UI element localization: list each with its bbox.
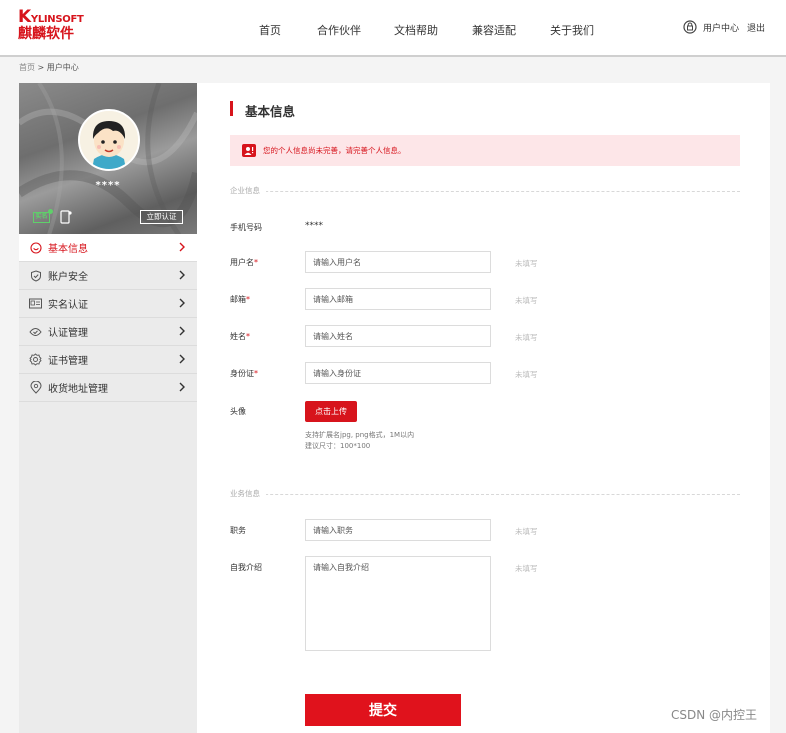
top-header: KYLINSOFT 麒麟软件 首页 合作伙伴 文档帮助 兼容适配 关于我们 用户… xyxy=(0,0,786,57)
incomplete-info-alert: 您的个人信息尚未完善，请完善个人信息。 xyxy=(230,135,740,166)
section-business-info: 业务信息 xyxy=(230,488,740,500)
user-area: 用户中心 退出 xyxy=(683,19,765,35)
main-panel: 基本信息 您的个人信息尚未完善，请完善个人信息。 企业信息 手机号码 **** … xyxy=(197,83,770,733)
email-label: 邮箱* xyxy=(230,295,250,304)
title-accent-bar xyxy=(230,101,233,116)
job-input[interactable] xyxy=(305,519,491,541)
user-lock-icon[interactable] xyxy=(683,20,697,34)
verify-now-button[interactable]: 立即认证 xyxy=(140,210,183,224)
name-hint: 未填写 xyxy=(515,333,538,342)
sidebar-item-certification-management[interactable]: 认证管理 xyxy=(19,318,197,346)
alert-text: 您的个人信息尚未完善，请完善个人信息。 xyxy=(263,146,406,155)
logout-link[interactable]: 退出 xyxy=(747,21,765,34)
sidebar-item-label: 认证管理 xyxy=(48,328,88,339)
nav-home[interactable]: 首页 xyxy=(259,22,281,38)
location-pin-icon xyxy=(29,381,42,394)
username-input[interactable] xyxy=(305,251,491,273)
shield-check-icon xyxy=(29,269,42,282)
email-hint: 未填写 xyxy=(515,296,538,305)
idcard-hint: 未填写 xyxy=(515,370,538,379)
submit-button[interactable]: 提交 xyxy=(305,694,461,726)
cartoon-boy-avatar-icon xyxy=(80,111,138,169)
phone-label: 手机号码 xyxy=(230,223,262,232)
phone-value: **** xyxy=(305,221,323,231)
idcard-input[interactable] xyxy=(305,362,491,384)
page-title: 基本信息 xyxy=(245,104,296,119)
sidebar-item-certificate-management[interactable]: 证书管理 xyxy=(19,346,197,374)
id-card-icon xyxy=(29,297,42,310)
id-verified-icon: 实名 xyxy=(33,208,53,223)
job-hint: 未填写 xyxy=(515,527,538,536)
email-input[interactable] xyxy=(305,288,491,310)
nav-partners[interactable]: 合作伙伴 xyxy=(317,22,361,38)
phone-bind-icon xyxy=(60,210,72,224)
username-hint: 未填写 xyxy=(515,259,538,268)
kylinsoft-logo[interactable]: KYLINSOFT 麒麟软件 xyxy=(18,7,84,46)
sidebar-item-account-security[interactable]: 账户安全 xyxy=(19,262,197,290)
verification-icons: 实名 xyxy=(33,208,72,224)
gear-icon xyxy=(29,353,42,366)
intro-label: 自我介绍 xyxy=(230,563,262,572)
avatar-label: 头像 xyxy=(230,407,246,416)
nav-about[interactable]: 关于我们 xyxy=(550,22,594,38)
chevron-right-icon xyxy=(179,326,185,336)
sidebar-item-realname-verification[interactable]: 实名认证 xyxy=(19,290,197,318)
logo-chinese-text: 麒麟软件 xyxy=(18,26,74,42)
sidebar-item-label: 收货地址管理 xyxy=(48,384,108,395)
certification-icon xyxy=(29,325,42,338)
sidebar-item-label: 实名认证 xyxy=(48,300,88,311)
profile-username: **** xyxy=(95,180,121,191)
user-alert-icon xyxy=(242,144,256,157)
chevron-right-icon xyxy=(179,354,185,364)
username-label: 用户名* xyxy=(230,258,258,267)
upload-avatar-button[interactable]: 点击上传 xyxy=(305,401,357,422)
logo-english-text: KYLINSOFT xyxy=(18,7,84,27)
name-input[interactable] xyxy=(305,325,491,347)
csdn-watermark: CSDN @内控王 xyxy=(671,708,758,722)
breadcrumb-current: 用户中心 xyxy=(46,63,79,72)
sidebar-item-basic-info[interactable]: 基本信息 xyxy=(19,234,197,262)
job-label: 职务 xyxy=(230,526,246,535)
breadcrumb-separator: > xyxy=(37,63,45,72)
breadcrumb: 首页 > 用户中心 xyxy=(19,62,79,73)
chevron-right-icon xyxy=(179,382,185,392)
intro-hint: 未填写 xyxy=(515,564,538,573)
smile-circle-icon xyxy=(29,241,42,254)
chevron-right-icon xyxy=(179,242,185,252)
intro-textarea[interactable] xyxy=(305,556,491,651)
user-center-link[interactable]: 用户中心 xyxy=(703,21,739,34)
upload-note: 支持扩展名jpg, png格式，1M以内 建议尺寸：100*100 xyxy=(305,431,415,450)
sidebar-item-label: 证书管理 xyxy=(48,356,88,367)
chevron-right-icon xyxy=(179,270,185,280)
nav-compatibility[interactable]: 兼容适配 xyxy=(472,22,516,38)
avatar[interactable] xyxy=(78,109,140,171)
sidebar-item-label: 账户安全 xyxy=(48,272,88,283)
section-company-info: 企业信息 xyxy=(230,185,740,197)
sidebar-item-label: 基本信息 xyxy=(48,244,88,255)
nav-docs[interactable]: 文档帮助 xyxy=(394,22,438,38)
sidebar-menu: 基本信息 账户安全 实名认证 认证管理 证书管理 收货地址管理 xyxy=(19,234,197,402)
profile-card: **** 实名 立即认证 xyxy=(19,83,197,235)
chevron-right-icon xyxy=(179,298,185,308)
breadcrumb-home[interactable]: 首页 xyxy=(19,63,35,72)
name-label: 姓名* xyxy=(230,332,250,341)
sidebar: **** 实名 立即认证 基本信息 账户安全 实名认证 认证管理 证书管理 收货… xyxy=(19,83,197,733)
idcard-label: 身份证* xyxy=(230,369,258,378)
sidebar-item-address-management[interactable]: 收货地址管理 xyxy=(19,374,197,402)
